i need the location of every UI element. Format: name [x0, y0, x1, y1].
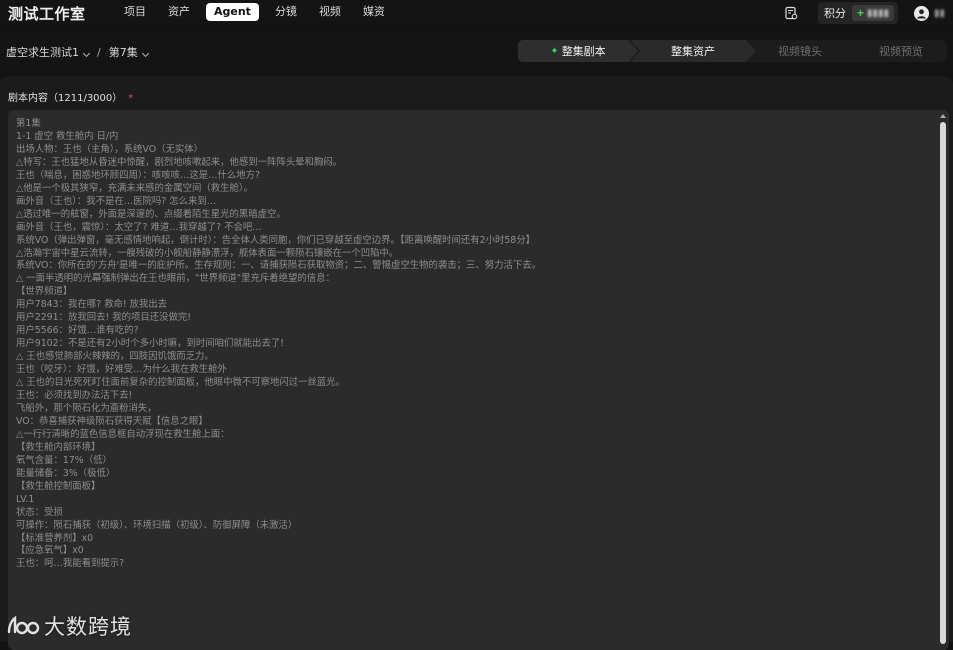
script-line: 用户5566：好饿…谁有吃的?	[16, 325, 139, 337]
required-mark: *	[128, 93, 134, 104]
scrollbar[interactable]	[940, 114, 946, 644]
username[interactable]: ▮▮	[934, 8, 945, 19]
script-line: △浩瀚宇宙中星云流转，一艘残破的小舰船静静漂浮，舰体表面一颗陨石镶嵌在一个凹陷中…	[16, 247, 399, 259]
script-line: △特写：王也猛地从昏迷中惊醒，剧烈地咳嗽起来，他感到一阵阵头晕和胸闷。	[16, 156, 342, 168]
watermark-text: 大数跨境	[44, 615, 132, 639]
step-full-assets[interactable]: 整集资产	[630, 40, 756, 62]
script-line: △ 一面半透明的光幕强制弹出在王也眼前，"世界频道"里充斥着绝望的信息：	[16, 273, 335, 285]
points-value: ▮▮▮▮	[866, 7, 889, 19]
points-label: 积分	[823, 7, 846, 20]
script-line: VO：恭喜捕获神级陨石获得天赋【信息之眼】	[16, 415, 208, 427]
script-line: △ 王也感觉肺部火辣辣的，四肢因饥饿而乏力。	[16, 351, 214, 363]
chevron-down-icon	[82, 49, 91, 58]
step-label: 整集剧本	[561, 45, 606, 58]
script-line: 第1集	[16, 118, 41, 129]
script-content-label-text: 剧本内容（1211/3000）	[8, 93, 123, 104]
breadcrumb-project[interactable]: 虚空求生测试1	[6, 44, 91, 60]
chevron-down-icon	[141, 49, 149, 58]
script-panel: 剧本内容（1211/3000） * 第1集 1-1 虚空 救生舱内 日/内 出场人…	[0, 76, 953, 650]
nav-item-agent[interactable]: Agent	[206, 3, 259, 21]
points-recharge-chip[interactable]: + ▮▮▮▮	[851, 5, 894, 21]
main-nav: 项目 资产 Agent 分镜 视频 媒资	[118, 3, 401, 21]
script-line: 用户9102：不是还有2小时个多小时嘛，到时间咱们就能出去了!	[16, 338, 284, 350]
script-line: 【应急氧气】x0	[16, 545, 84, 557]
script-line: 氧气含量：17%（低）	[16, 454, 112, 466]
script-line: △透过唯一的舷窗，外面是深邃的、点缀着陌生星光的黑暗虚空。	[16, 208, 286, 220]
script-content-label: 剧本内容（1211/3000） *	[8, 89, 133, 104]
episode-name: 第7集	[108, 46, 138, 59]
step-label: 视频预览	[879, 45, 923, 58]
watermark-logo-icon	[7, 615, 40, 635]
plus-icon: +	[856, 6, 864, 20]
script-line: △他是一个极其狭窄，充满未来感的金属空间（救生舱）。	[16, 182, 253, 194]
script-line: 【世界频道】	[16, 286, 73, 298]
user-avatar-icon[interactable]	[913, 5, 929, 21]
script-line: 王也（咬牙）：好饿，好难受…为什么我在救生舱外	[16, 364, 227, 376]
script-line: 画外音（王也）：我不是在…医院吗? 怎么来到…	[16, 195, 217, 207]
nav-item-assets[interactable]: 资产	[162, 3, 196, 21]
scroll-up-arrow-icon[interactable]	[940, 114, 946, 118]
script-line: 系统VO（弹出弹窗，毫无感情地响起，倒计时）：告全体人类同胞，你们已穿越至虚空边…	[16, 234, 536, 246]
nav-item-media[interactable]: 媒资	[357, 3, 391, 21]
step-label: 整集资产	[671, 45, 715, 58]
app-logo[interactable]: 测试工作室	[8, 3, 86, 24]
document-settings-icon[interactable]	[784, 6, 798, 20]
step-label: 视频镜头	[778, 45, 822, 58]
step-full-script[interactable]: ✦ 整集剧本	[518, 40, 638, 62]
project-name: 虚空求生测试1	[6, 46, 79, 59]
breadcrumb-separator: /	[97, 45, 101, 59]
points-display[interactable]: 积分 + ▮▮▮▮	[817, 2, 898, 24]
nav-item-storyboard[interactable]: 分镜	[269, 3, 303, 21]
script-text[interactable]: 第1集 1-1 虚空 救生舱内 日/内 出场人物：王也（主角），系统VO（无实体…	[16, 118, 931, 571]
nav-item-project[interactable]: 项目	[118, 3, 152, 21]
scrollbar-thumb[interactable]	[940, 122, 946, 644]
script-line: 可操作：陨石捕获（初级）、环境扫描（初级）、防御屏障（未激活）	[16, 519, 298, 531]
script-line: 【救生舱内部环境】	[16, 441, 101, 453]
script-line: 王也：必须找到办法活下去!	[16, 390, 133, 402]
watermark: 大数跨境	[6, 611, 132, 641]
script-line: 用户7843：我在哪? 救命! 放我出去	[16, 299, 168, 311]
script-line: 1-1 虚空 救生舱内 日/内	[16, 130, 119, 142]
workflow-steps: ✦ 整集剧本 整集资产 视频镜头 视频预览	[518, 40, 947, 62]
script-line: 出场人物：王也（主角），系统VO（无实体）	[16, 143, 204, 155]
script-line: 王也（喘息，困惑地环顾四周）：咳咳咳…这是…什么地方?	[16, 169, 261, 181]
script-line: 系统VO：你所在的'方舟'是唯一的庇护所。生存规则：一、请捕获陨石获取物资；二、…	[16, 260, 542, 272]
script-line: 用户2291：放我回去! 我的项目还没做完!	[16, 312, 191, 324]
script-line: 画外音（王也，震惊）：太空了? 难道…我穿越了? 不会吧…	[16, 221, 262, 233]
script-line: 【标准营养剂】x0	[16, 532, 94, 544]
script-line: △ 王也的目光死死盯住面前复杂的控制面板，他眼中微不可察地闪过一丝蓝光。	[16, 377, 345, 389]
project-toolbar: 虚空求生测试1 / 第7集 ✦ 整集剧本 整集资产 视频镜头 视频预览	[0, 32, 953, 70]
breadcrumb: 虚空求生测试1 / 第7集	[6, 44, 149, 60]
script-line: 能量储备：3%（极低）	[16, 467, 116, 479]
sparkle-icon: ✦	[550, 45, 559, 57]
top-navigation-bar: 测试工作室 项目 资产 Agent 分镜 视频 媒资 积分 + ▮▮▮▮ ▮▮	[0, 0, 953, 26]
script-line: 【救生舱控制面板】	[16, 480, 101, 492]
step-video-shots[interactable]: 视频镜头	[750, 40, 850, 62]
header-right: 积分 + ▮▮▮▮ ▮▮	[784, 2, 945, 24]
nav-item-video[interactable]: 视频	[313, 3, 347, 21]
script-line: △一行行清晰的蓝色信息框自动浮现在救生舱上面：	[16, 428, 230, 440]
script-line: 状态：受损	[16, 506, 63, 518]
breadcrumb-episode[interactable]: 第7集	[108, 44, 149, 60]
script-line: 飞船外，那个陨石化为齑粉消失，	[16, 402, 157, 414]
script-line: 王也：呵…我能看到提示?	[16, 558, 125, 570]
script-line: LV.1	[16, 493, 35, 505]
script-content-textarea[interactable]: 第1集 1-1 虚空 救生舱内 日/内 出场人物：王也（主角），系统VO（无实体…	[8, 110, 949, 650]
step-video-preview[interactable]: 视频预览	[856, 40, 946, 62]
